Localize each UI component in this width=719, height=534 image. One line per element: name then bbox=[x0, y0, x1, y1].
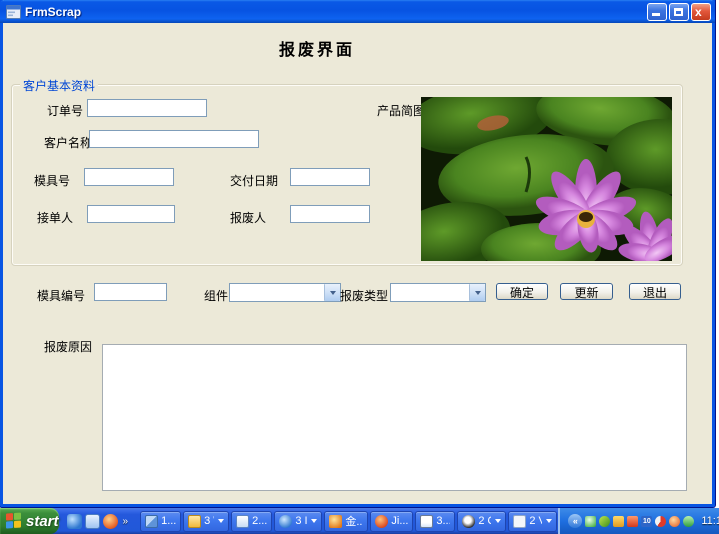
taskbar-task-gold-app[interactable]: 金... bbox=[324, 511, 368, 532]
scrap-type-combobox[interactable] bbox=[390, 283, 486, 302]
taskbar-clock: 11:15 bbox=[701, 515, 719, 527]
close-button[interactable]: x bbox=[691, 3, 711, 21]
scrap-reason-textarea[interactable] bbox=[102, 344, 687, 491]
minimize-button[interactable] bbox=[647, 3, 667, 21]
chevron-down-icon bbox=[311, 519, 317, 523]
taskbar: start » 1... 3 W 2... 3 I... 金... bbox=[0, 508, 719, 534]
product-picture bbox=[421, 97, 672, 261]
quick-launch-overflow-chevron[interactable]: » bbox=[121, 516, 131, 527]
scrap-type-value bbox=[391, 284, 469, 301]
taskbar-task-firefox[interactable]: Ji... bbox=[370, 511, 413, 532]
system-tray: « 10 11:15 bbox=[558, 508, 719, 534]
start-button[interactable]: start bbox=[0, 508, 59, 534]
tray-green-app-icon[interactable] bbox=[585, 516, 596, 527]
form-client-area: 报废界面 客户基本资料 订单号 客户名称 模具号 交付日期 接单人 报废人 产品… bbox=[2, 23, 713, 505]
page-title: 报废界面 bbox=[232, 36, 402, 60]
tray-badge-icon[interactable]: 10 bbox=[641, 516, 652, 527]
scrap-reason-label: 报废原因 bbox=[44, 338, 92, 355]
form-app-icon bbox=[6, 5, 21, 19]
white-window-icon bbox=[513, 515, 526, 528]
mold-no-input[interactable] bbox=[84, 168, 174, 186]
internet-explorer-icon bbox=[279, 515, 292, 528]
tray-collapse-chevron-icon[interactable]: « bbox=[568, 514, 582, 528]
tray-orange-globe-icon[interactable] bbox=[669, 516, 680, 527]
product-sketch-label: 产品简图 bbox=[377, 102, 425, 119]
tray-yellow-app-icon[interactable] bbox=[613, 516, 624, 527]
customer-name-input[interactable] bbox=[89, 130, 259, 148]
component-label: 组件 bbox=[204, 287, 228, 304]
notepad-icon bbox=[420, 515, 433, 528]
taskbar-task-folder-group[interactable]: 3 W bbox=[183, 511, 229, 532]
order-taker-input[interactable] bbox=[87, 205, 175, 223]
document-icon bbox=[236, 515, 249, 528]
windows-flag-icon bbox=[6, 512, 22, 529]
mold-code-input[interactable] bbox=[94, 283, 167, 301]
customer-name-label: 客户名称 bbox=[44, 134, 92, 151]
tray-red-app-icon[interactable] bbox=[627, 516, 638, 527]
groupbox-label: 客户基本资料 bbox=[20, 77, 98, 94]
delivery-date-input[interactable] bbox=[290, 168, 370, 186]
mold-no-label: 模具号 bbox=[34, 172, 70, 189]
tray-shield-icon[interactable] bbox=[599, 516, 610, 527]
scrap-person-label: 报废人 bbox=[230, 209, 266, 226]
customer-info-groupbox: 客户基本资料 订单号 客户名称 模具号 交付日期 接单人 报废人 产品简图 bbox=[11, 84, 683, 266]
maximize-button[interactable] bbox=[669, 3, 689, 21]
firefox-icon bbox=[375, 515, 388, 528]
tray-antenna-icon[interactable] bbox=[683, 516, 694, 527]
scrap-type-label: 报废类型 bbox=[340, 287, 388, 304]
frmscrap-window: FrmScrap x 报废界面 客户基本资料 订单号 客户名称 模具号 交付日期 bbox=[0, 0, 715, 507]
taskbar-task-window-group[interactable]: 2 V bbox=[508, 511, 557, 532]
delivery-date-label: 交付日期 bbox=[230, 172, 278, 189]
taskbar-task-1[interactable]: 1... bbox=[140, 511, 181, 532]
chevron-down-icon bbox=[218, 519, 224, 523]
internet-explorer-icon[interactable] bbox=[67, 514, 82, 529]
taskbar-task-notepad[interactable]: 3... bbox=[415, 511, 455, 532]
chevron-down-icon[interactable] bbox=[324, 284, 340, 301]
component-combobox[interactable] bbox=[229, 283, 341, 302]
taskbar-task-document[interactable]: 2... bbox=[231, 511, 272, 532]
chevron-down-icon bbox=[546, 519, 552, 523]
titlebar[interactable]: FrmScrap x bbox=[0, 0, 715, 23]
quick-launch-bar: » bbox=[59, 514, 136, 529]
start-label: start bbox=[26, 513, 59, 530]
folder-icon bbox=[188, 515, 201, 528]
exit-button[interactable]: 退出 bbox=[629, 283, 681, 300]
tray-pie-icon[interactable] bbox=[655, 516, 666, 527]
window-title: FrmScrap bbox=[25, 5, 647, 19]
chevron-down-icon bbox=[495, 519, 501, 523]
show-desktop-icon[interactable] bbox=[85, 514, 100, 529]
ok-button[interactable]: 确定 bbox=[496, 283, 548, 300]
desktop-screen: FrmScrap x 报废界面 客户基本资料 订单号 客户名称 模具号 交付日期 bbox=[0, 0, 719, 534]
order-taker-label: 接单人 bbox=[37, 209, 73, 226]
chevron-down-icon[interactable] bbox=[469, 284, 485, 301]
picture-window-icon bbox=[145, 515, 158, 528]
update-button[interactable]: 更新 bbox=[560, 283, 613, 300]
mold-code-label: 模具编号 bbox=[37, 287, 85, 304]
order-no-label: 订单号 bbox=[47, 102, 83, 119]
component-value bbox=[230, 284, 324, 301]
gold-app-icon bbox=[329, 515, 342, 528]
taskbar-task-ie-group[interactable]: 3 I... bbox=[274, 511, 322, 532]
firefox-icon[interactable] bbox=[103, 514, 118, 529]
qq-icon bbox=[462, 515, 475, 528]
scrap-person-input[interactable] bbox=[290, 205, 370, 223]
taskbar-task-qq-group[interactable]: 2 Q bbox=[457, 511, 506, 532]
order-no-input[interactable] bbox=[87, 99, 207, 117]
